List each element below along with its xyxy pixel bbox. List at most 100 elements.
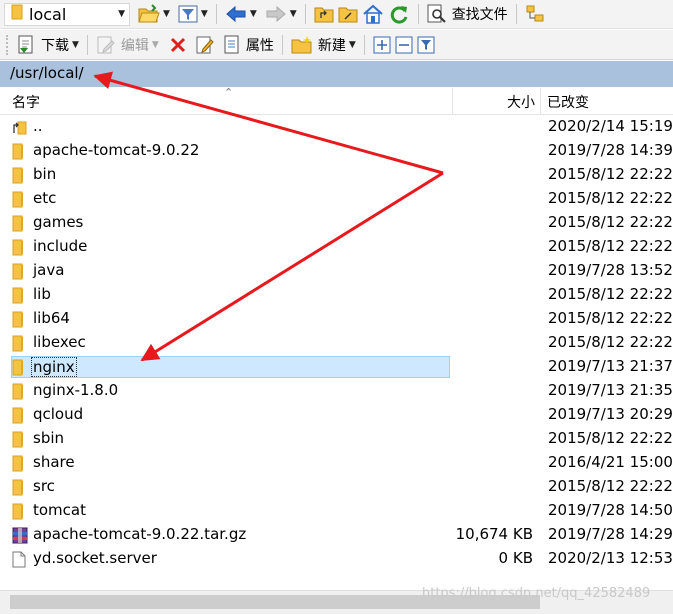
home-directory-button[interactable] — [360, 2, 386, 26]
toolbar-separator — [86, 34, 88, 55]
edit-button[interactable]: 编辑 ▼ — [94, 33, 161, 57]
file-name: sbin — [33, 429, 65, 447]
new-button[interactable]: 新建 ▼ — [289, 33, 358, 57]
folder-icon — [12, 215, 24, 236]
file-row[interactable]: lib64 2015/8/12 22:22:3 — [0, 307, 673, 331]
folder-icon — [12, 431, 24, 452]
parent-directory-button[interactable] — [312, 2, 336, 26]
file-row[interactable]: games 2015/8/12 22:22:3 — [0, 211, 673, 235]
column-divider[interactable] — [540, 88, 541, 114]
select-files-button[interactable] — [371, 33, 393, 57]
properties-button[interactable]: 属性 — [221, 33, 276, 57]
tree-view-button[interactable] — [523, 2, 547, 26]
navigation-toolbar: local ▼ ▼ ▼ ▼ ▼ 查找文件 — [0, 0, 673, 29]
forward-arrow-icon — [266, 5, 286, 23]
column-divider[interactable] — [452, 88, 453, 114]
folder-icon — [12, 287, 24, 308]
delete-button[interactable] — [167, 33, 189, 57]
file-row[interactable]: include 2015/8/12 22:22:3 — [0, 235, 673, 259]
file-row[interactable]: src 2015/8/12 22:22:3 — [0, 475, 673, 499]
folder-icon — [12, 191, 24, 212]
file-row[interactable]: lib 2015/8/12 22:22:3 — [0, 283, 673, 307]
new-folder-icon — [291, 35, 312, 53]
column-changed-header[interactable]: 已改变 — [547, 92, 589, 112]
file-date: 2019/7/28 13:52:4 — [548, 261, 673, 279]
file-row[interactable]: apache-tomcat-9.0.22.tar.gz 10,674 KB 2019… — [0, 523, 673, 547]
open-directory-button[interactable]: ▼ — [136, 2, 172, 26]
root-directory-button[interactable] — [336, 2, 360, 26]
file-date: 2019/7/13 21:37:1 — [548, 357, 673, 375]
find-files-button[interactable]: 查找文件 — [425, 2, 510, 26]
root-folder-icon — [338, 7, 358, 23]
refresh-button[interactable] — [386, 2, 412, 26]
file-name: games — [33, 213, 84, 231]
toolbar-grip — [6, 34, 12, 55]
minus-box-icon — [395, 36, 413, 53]
filter-files-button[interactable] — [415, 33, 437, 57]
folder-icon — [11, 4, 23, 24]
file-row[interactable]: nginx-1.8.0 2019/7/13 21:35:0 — [0, 379, 673, 403]
file-row[interactable]: sbin 2015/8/12 22:22:3 — [0, 427, 673, 451]
file-row[interactable]: apache-tomcat-9.0.22 2019/7/28 14:39:0 — [0, 139, 673, 163]
parent-folder-icon — [314, 7, 334, 23]
file-row[interactable]: .. 2020/2/14 15:19:4 — [0, 115, 673, 139]
download-button[interactable]: 下载 ▼ — [14, 33, 81, 57]
folder-icon — [12, 239, 24, 260]
column-header: 名字 ⌃ 大小 已改变 — [0, 86, 673, 115]
filter-button[interactable]: ▼ — [176, 2, 210, 26]
chevron-down-icon[interactable]: ▼ — [290, 9, 297, 19]
file-name: apache-tomcat-9.0.22 — [33, 141, 200, 159]
chevron-down-icon[interactable]: ▼ — [118, 9, 125, 19]
current-path: /usr/local/ — [10, 64, 84, 82]
filter-box-icon — [417, 36, 435, 53]
column-size-header[interactable]: 大小 — [507, 92, 535, 112]
file-name: lib — [33, 285, 51, 303]
file-size: 0 KB — [498, 549, 533, 567]
chevron-down-icon[interactable]: ▼ — [349, 40, 356, 50]
chevron-down-icon[interactable]: ▼ — [250, 9, 257, 19]
chevron-down-icon[interactable]: ▼ — [201, 9, 208, 19]
file-date: 2015/8/12 22:22:3 — [548, 213, 673, 231]
file-row[interactable]: tomcat 2019/7/28 14:50:3 — [0, 499, 673, 523]
file-name: libexec — [33, 333, 86, 351]
file-date: 2015/8/12 22:22:3 — [548, 429, 673, 447]
rename-button[interactable] — [193, 33, 217, 57]
file-date: 2019/7/28 14:29:0 — [548, 525, 673, 543]
file-row[interactable]: share 2016/4/21 15:00:5 — [0, 451, 673, 475]
folder-icon — [12, 479, 24, 500]
sort-ascending-icon: ⌃ — [224, 86, 234, 99]
chevron-down-icon[interactable]: ▼ — [152, 40, 159, 50]
find-files-icon — [427, 4, 446, 23]
properties-label: 属性 — [245, 37, 274, 54]
rename-icon — [196, 36, 214, 53]
toolbar-separator — [281, 34, 283, 55]
path-bar[interactable]: /usr/local/ — [0, 61, 673, 87]
file-row[interactable]: yd.socket.server 0 KB 2020/2/13 12:53:4 — [0, 547, 673, 571]
file-date: 2015/8/12 22:22:3 — [548, 309, 673, 327]
back-button[interactable]: ▼ — [223, 2, 259, 26]
file-date: 2015/8/12 22:22:3 — [548, 189, 673, 207]
toolbar-separator — [363, 34, 365, 55]
file-row[interactable]: bin 2015/8/12 22:22:3 — [0, 163, 673, 187]
unselect-files-button[interactable] — [393, 33, 415, 57]
file-row[interactable]: java 2019/7/28 13:52:4 — [0, 259, 673, 283]
forward-button[interactable]: ▼ — [263, 2, 299, 26]
file-date: 2015/8/12 22:22:3 — [548, 237, 673, 255]
file-date: 2019/7/28 14:50:3 — [548, 501, 673, 519]
file-row[interactable]: etc 2015/8/12 22:22:3 — [0, 187, 673, 211]
column-name-header[interactable]: 名字 — [12, 92, 40, 112]
chevron-down-icon[interactable]: ▼ — [72, 40, 79, 50]
location-combo[interactable]: local ▼ — [4, 2, 130, 26]
file-row[interactable]: qcloud 2019/7/13 20:29:4 — [0, 403, 673, 427]
file-row[interactable]: libexec 2015/8/12 22:22:3 — [0, 331, 673, 355]
file-name: java — [33, 261, 65, 279]
folder-icon — [12, 263, 24, 284]
file-name: qcloud — [33, 405, 84, 423]
toolbar-separator — [215, 4, 217, 24]
selection-highlight — [11, 356, 450, 378]
download-icon — [18, 35, 33, 53]
file-name: yd.socket.server — [33, 549, 157, 567]
file-row[interactable]: nginx 2019/7/13 21:37:1 — [0, 355, 673, 379]
find-files-label: 查找文件 — [451, 7, 508, 23]
chevron-down-icon[interactable]: ▼ — [163, 9, 170, 19]
